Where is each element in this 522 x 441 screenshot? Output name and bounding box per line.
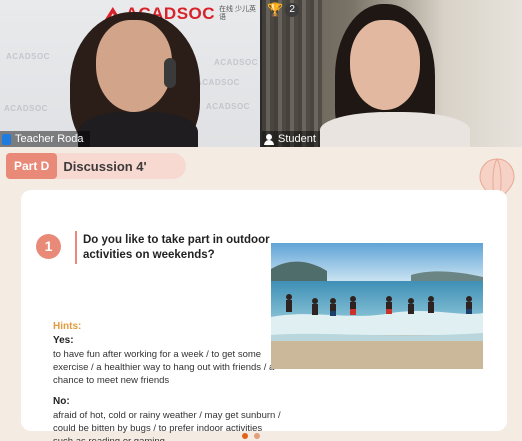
no-label: No: xyxy=(53,396,70,407)
watermark: ACADSOC xyxy=(4,104,48,113)
headset-icon xyxy=(164,58,176,88)
trophy-count: 2 xyxy=(285,3,300,17)
student-body xyxy=(320,112,470,152)
part-label: Part D xyxy=(6,153,58,179)
question-card: 1 Do you like to take part in outdoor ac… xyxy=(21,190,507,441)
pagination-dot-active[interactable] xyxy=(242,433,248,439)
watermark: ACADSOC xyxy=(206,102,250,111)
watermark: ACADSOC xyxy=(196,78,240,87)
user-icon xyxy=(264,133,274,145)
question-text: Do you like to take part in outdoor acti… xyxy=(83,234,270,261)
question-number: 1 xyxy=(36,234,61,259)
brand-subtitle: 在线 少儿英语 xyxy=(219,6,256,21)
trophy-icon: 🏆 xyxy=(267,2,284,17)
mic-icon xyxy=(2,133,11,145)
teacher-name: Teacher Roda xyxy=(15,133,84,145)
student-face xyxy=(350,20,420,110)
teacher-face xyxy=(96,20,172,112)
teacher-name-tag: Teacher Roda xyxy=(0,131,90,147)
teacher-body xyxy=(78,112,198,147)
yes-label: Yes: xyxy=(53,335,74,346)
pagination-dot[interactable] xyxy=(254,433,260,439)
part-header: Part D Discussion 4' xyxy=(6,153,186,179)
part-title: Discussion 4' xyxy=(63,158,147,174)
watermark: ACADSOC xyxy=(214,58,258,67)
teacher-video: ACADSOC ACADSOC ACADSOC ACADSOC ACADSOC … xyxy=(0,0,262,147)
lesson-slide: Part D Discussion 4' 1 Do you like to ta… xyxy=(0,147,522,441)
watermark: ACADSOC xyxy=(6,52,50,61)
slide-pagination xyxy=(242,433,260,439)
yes-hints: to have fun after working for a week / t… xyxy=(53,349,275,386)
hints-label: Hints: xyxy=(53,321,82,332)
student-name: Student xyxy=(278,133,316,145)
question-accent-bar xyxy=(75,231,77,264)
beach-photo xyxy=(271,243,483,369)
trophy-badge: 🏆 2 xyxy=(267,2,300,17)
student-name-tag: Student xyxy=(262,131,322,147)
